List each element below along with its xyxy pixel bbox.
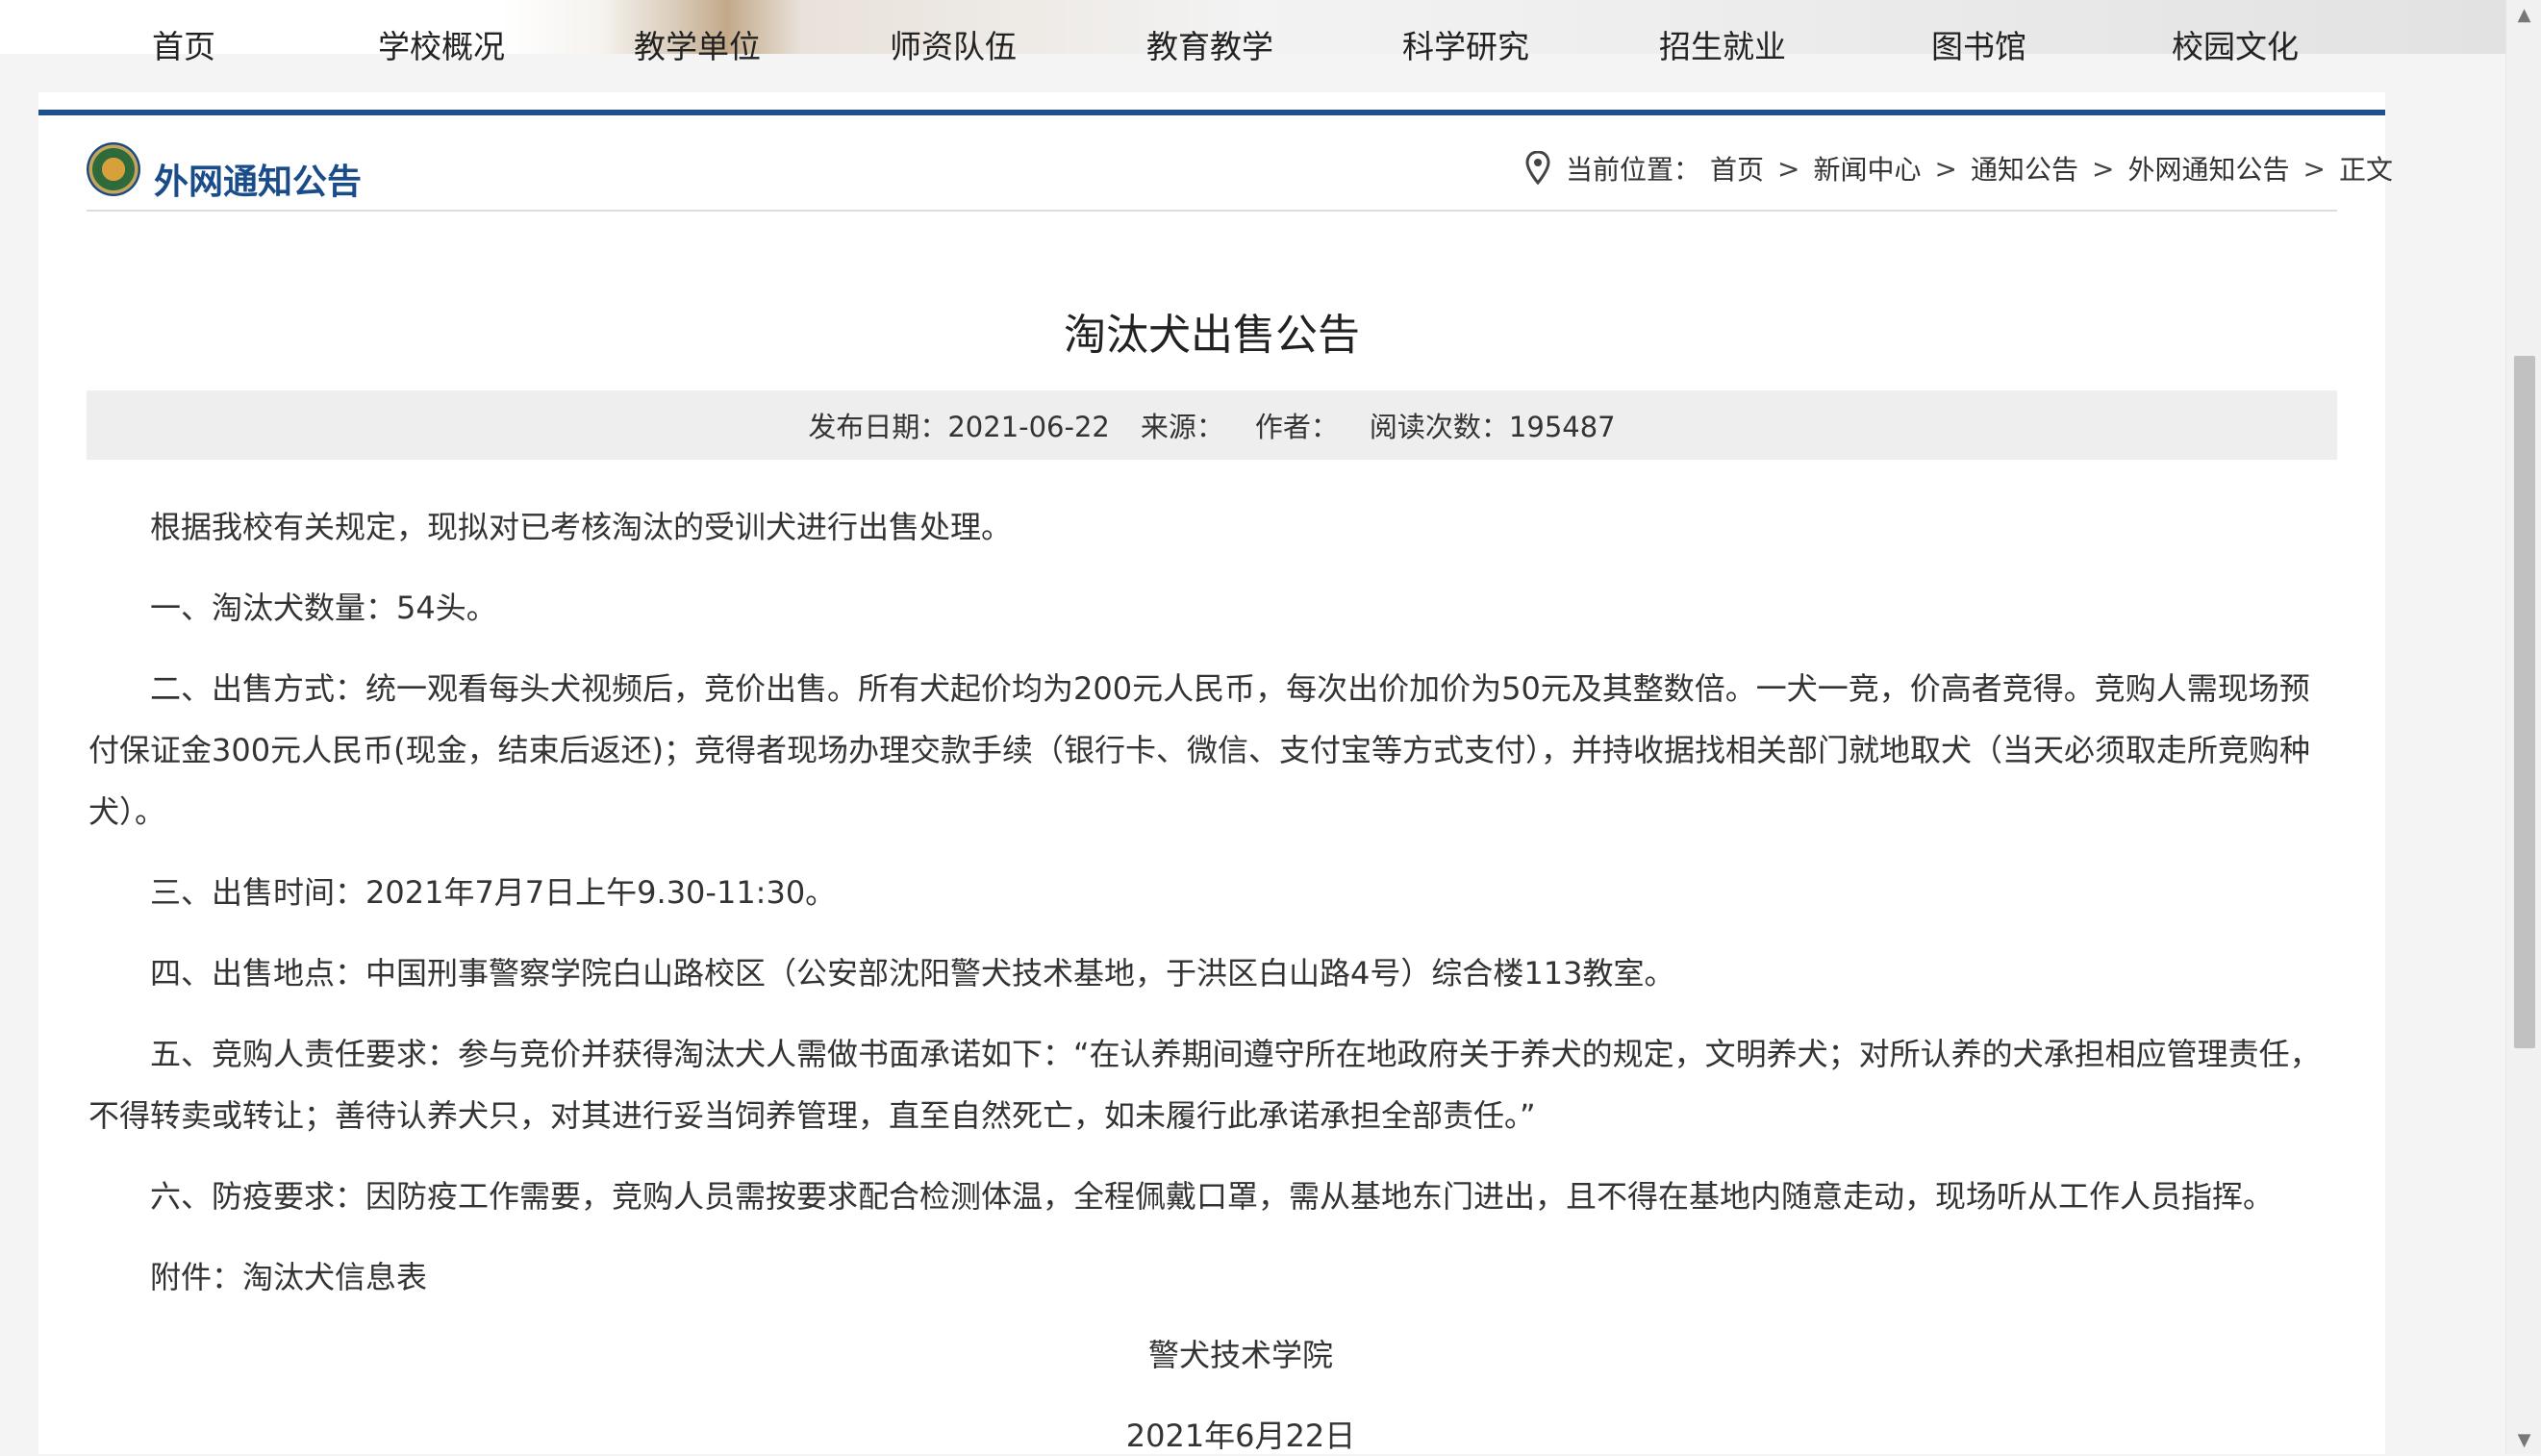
- breadcrumb-external-notices[interactable]: 外网通知公告: [2127, 149, 2289, 188]
- nav-item-admissions[interactable]: 招生就业: [1659, 21, 1786, 67]
- panel-top-border: [38, 110, 2385, 115]
- breadcrumb-separator: >: [2092, 152, 2115, 185]
- article-body: 根据我校有关规定，现拟对已考核淘汰的受训犬进行出售处理。 一、淘汰犬数量：54头…: [88, 496, 2339, 1327]
- school-emblem-icon: [87, 142, 140, 196]
- article-meta-bar: 发布日期：2021-06-22 来源： 作者： 阅读次数：195487: [87, 390, 2337, 460]
- main-nav: 首页 学校概况 教学单位 师资队伍 教育教学 科学研究 招生就业 图书馆 校园文…: [0, 21, 2505, 75]
- vertical-scrollbar[interactable]: ▲ ▼: [2505, 0, 2541, 1454]
- nav-item-teaching-units[interactable]: 教学单位: [634, 21, 761, 67]
- signature-date: 2021年6月22日: [1125, 1418, 1356, 1454]
- breadcrumb: 当前位置： 首页 > 新闻中心 > 通知公告 > 外网通知公告 > 正文: [1525, 149, 2393, 188]
- breadcrumb-separator: >: [2302, 152, 2326, 185]
- breadcrumb-separator: >: [1934, 152, 1957, 185]
- nav-item-library[interactable]: 图书馆: [1931, 21, 2026, 67]
- article-source: 来源：: [1140, 411, 1224, 443]
- paragraph-sale-method: 二、出售方式：统一观看每头犬视频后，竞价出售。所有犬起价均为200元人民币，每次…: [88, 670, 2311, 830]
- breadcrumb-separator: >: [1777, 152, 1800, 185]
- header-divider: [87, 210, 2337, 212]
- breadcrumb-news-center[interactable]: 新闻中心: [1814, 149, 1922, 188]
- nav-item-research[interactable]: 科学研究: [1402, 21, 1529, 67]
- nav-item-faculty[interactable]: 师资队伍: [890, 21, 1017, 67]
- paragraph-sale-location: 四、出售地点：中国刑事警察学院白山路校区（公安部沈阳警犬技术基地，于洪区白山路4…: [150, 955, 1675, 992]
- publish-date: 发布日期：2021-06-22: [808, 411, 1110, 443]
- paragraph-sale-time: 三、出售时间：2021年7月7日上午9.30-11:30。: [150, 874, 837, 911]
- nav-item-home[interactable]: 首页: [152, 21, 215, 67]
- paragraph-quantity: 一、淘汰犬数量：54头。: [150, 590, 497, 626]
- scroll-down-icon[interactable]: ▼: [2506, 1425, 2541, 1454]
- nav-item-education[interactable]: 教育教学: [1146, 21, 1273, 67]
- read-count: 阅读次数：195487: [1369, 411, 1616, 443]
- signature: 警犬技术学院: [1147, 1337, 1333, 1373]
- nav-item-school-overview[interactable]: 学校概况: [378, 21, 505, 67]
- article-author: 作者：: [1254, 411, 1339, 443]
- nav-item-campus-culture[interactable]: 校园文化: [2172, 21, 2299, 67]
- attachment-link[interactable]: 附件：淘汰犬信息表: [88, 1246, 2339, 1308]
- paragraph-intro: 根据我校有关规定，现拟对已考核淘汰的受训犬进行出售处理。: [150, 509, 1013, 545]
- breadcrumb-home[interactable]: 首页: [1710, 149, 1764, 188]
- article-title: 淘汰犬出售公告: [1064, 311, 1360, 360]
- scroll-thumb[interactable]: [2514, 356, 2535, 1048]
- breadcrumb-prefix: 当前位置：: [1566, 154, 1701, 186]
- scroll-up-icon[interactable]: ▲: [2506, 0, 2541, 29]
- breadcrumb-notices[interactable]: 通知公告: [1971, 149, 2078, 188]
- location-pin-icon: [1525, 151, 1550, 186]
- breadcrumb-current: 正文: [2338, 154, 2393, 186]
- paragraph-epidemic-requirements: 六、防疫要求：因防疫工作需要，竞购人员需按要求配合检测体温，全程佩戴口罩，需从基…: [150, 1178, 2275, 1215]
- section-title: 外网通知公告: [154, 163, 363, 202]
- paragraph-buyer-responsibility: 五、竞购人责任要求：参与竞价并获得淘汰犬人需做书面承诺如下：“在认养期间遵守所在…: [88, 1036, 2321, 1134]
